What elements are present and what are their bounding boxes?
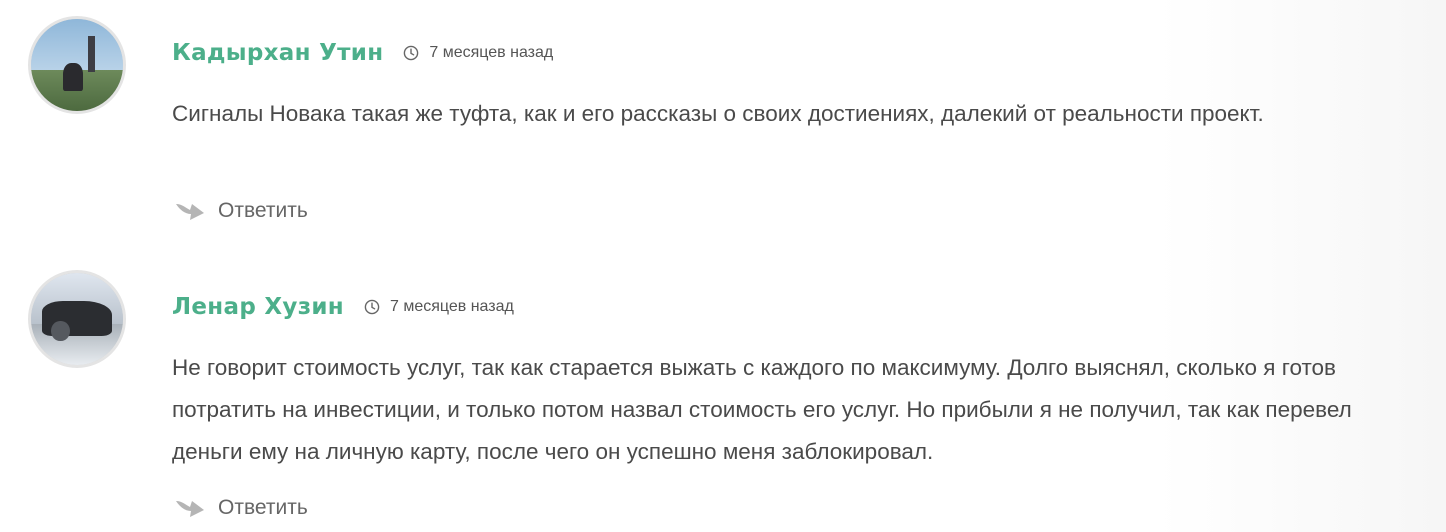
avatar[interactable] — [28, 16, 126, 114]
comment-header: Кадырхан Утин 7 месяцев назад — [172, 38, 553, 68]
author-name[interactable]: Ленар Хузин — [172, 294, 344, 320]
comment-item: Кадырхан Утин 7 месяцев назад Сигналы Но… — [0, 0, 1446, 260]
reply-arrow-icon — [176, 501, 204, 517]
reply-button[interactable]: Ответить — [174, 493, 308, 523]
comment-time: 7 месяцев назад — [389, 298, 514, 315]
comment-header: Ленар Хузин 7 месяцев назад — [172, 292, 514, 322]
author-name[interactable]: Кадырхан Утин — [172, 40, 383, 66]
avatar[interactable] — [28, 270, 126, 368]
comment-item: Ленар Хузин 7 месяцев назад Не говорит с… — [0, 260, 1446, 532]
clock-icon — [364, 299, 380, 315]
reply-button[interactable]: Ответить — [174, 196, 308, 226]
reply-label: Ответить — [218, 496, 308, 519]
reply-label: Ответить — [218, 199, 308, 222]
comment-text: Не говорит стоимость услуг, так как стар… — [172, 355, 1352, 464]
comment-text: Сигналы Новака такая же туфта, как и его… — [172, 101, 1264, 126]
clock-icon — [404, 45, 419, 61]
reply-arrow-icon — [176, 204, 204, 220]
comment-time: 7 месяцев назад — [429, 44, 554, 61]
